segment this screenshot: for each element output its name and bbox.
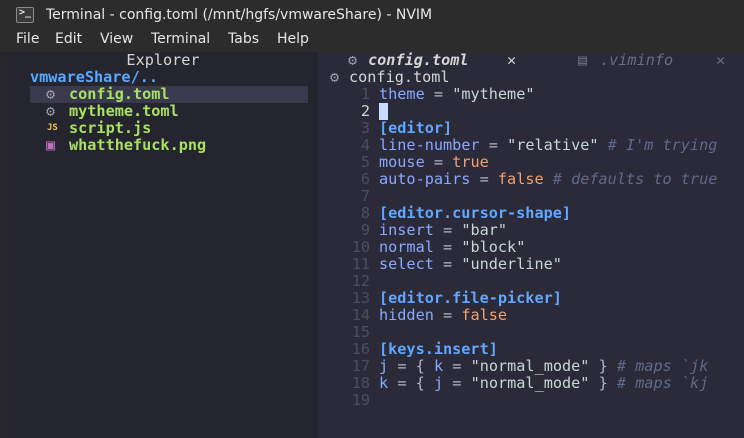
tab-viminfo[interactable]: .viminfo <box>600 52 673 69</box>
tab-close-icon[interactable]: ✕ <box>507 52 516 69</box>
menu-bar: File Edit View Terminal Tabs Help <box>0 30 744 52</box>
code-line[interactable]: mouse = true <box>379 154 489 171</box>
code-line[interactable]: normal = "block" <box>379 239 525 256</box>
explorer-file-config[interactable]: config.toml <box>69 86 170 103</box>
line-number: 6 <box>360 170 370 188</box>
line-number: 4 <box>360 136 370 154</box>
line-number: 8 <box>360 204 370 222</box>
line-number: 17 <box>351 357 370 375</box>
line-number: 2 <box>360 102 370 120</box>
code-line[interactable]: [keys.insert] <box>379 341 498 358</box>
explorer-file-whatthefuck[interactable]: whatthefuck.png <box>69 137 206 154</box>
gear-icon: ⚙ <box>46 102 56 120</box>
explorer-file-script[interactable]: script.js <box>69 120 151 137</box>
terminal-border <box>0 52 8 438</box>
menu-edit[interactable]: Edit <box>55 31 82 47</box>
code-line[interactable]: [editor.file-picker] <box>379 290 562 307</box>
terminal-area[interactable]: Explorer vmwareShare/.. ⚙ config.toml ⚙ … <box>0 52 744 438</box>
code-line[interactable]: line-number = "relative" # I'm trying <box>379 137 717 154</box>
explorer-header: Explorer <box>126 52 200 69</box>
explorer-root-folder[interactable]: vmwareShare/.. <box>30 69 158 86</box>
title-bar: >_ Terminal - config.toml (/mnt/hgfs/vmw… <box>0 0 744 30</box>
line-number: 14 <box>351 306 370 324</box>
line-number: 11 <box>351 255 370 273</box>
image-file-icon: ▣ <box>46 136 56 154</box>
tab-config-toml[interactable]: config.toml <box>368 52 469 69</box>
menu-file[interactable]: File <box>16 31 39 47</box>
js-file-icon: JS <box>47 123 58 133</box>
explorer-file-mytheme[interactable]: mytheme.toml <box>69 103 179 120</box>
line-number: 1 <box>360 85 370 103</box>
line-number: 7 <box>360 187 370 205</box>
menu-tabs[interactable]: Tabs <box>228 31 259 47</box>
line-number: 5 <box>360 153 370 171</box>
code-line[interactable]: [editor] <box>379 120 452 137</box>
text-cursor <box>379 103 388 120</box>
document-icon: ▤ <box>578 52 588 69</box>
code-line[interactable]: auto-pairs = false # defaults to true <box>379 171 717 188</box>
code-line[interactable]: [editor.cursor-shape] <box>379 205 571 222</box>
gear-icon: ⚙ <box>330 68 340 86</box>
code-line[interactable]: theme = "mytheme" <box>379 86 534 103</box>
code-line[interactable]: select = "underline" <box>379 256 562 273</box>
line-number: 13 <box>351 289 370 307</box>
code-line[interactable]: insert = "bar" <box>379 222 507 239</box>
tab-close-icon[interactable]: ✕ <box>716 52 725 69</box>
line-number: 12 <box>351 272 370 290</box>
line-number: 18 <box>351 374 370 392</box>
code-line[interactable]: j = { k = "normal_mode" } # maps `jk <box>379 358 708 375</box>
editor-pane[interactable]: ⚙ config.toml ✕ ▤ .viminfo ✕ ⚙ config.to… <box>318 52 744 438</box>
menu-view[interactable]: View <box>100 31 133 47</box>
line-number: 10 <box>351 238 370 256</box>
gear-icon: ⚙ <box>46 85 56 103</box>
menu-help[interactable]: Help <box>277 31 309 47</box>
line-number: 15 <box>351 323 370 341</box>
file-explorer: Explorer vmwareShare/.. ⚙ config.toml ⚙ … <box>8 52 320 438</box>
line-number: 16 <box>351 340 370 358</box>
menu-terminal[interactable]: Terminal <box>151 31 210 47</box>
line-number: 9 <box>360 221 370 239</box>
code-line[interactable]: hidden = false <box>379 307 507 324</box>
gear-icon: ⚙ <box>348 52 358 69</box>
terminal-icon: >_ <box>16 7 34 23</box>
code-line[interactable]: k = { j = "normal_mode" } # maps `kj <box>379 375 708 392</box>
line-number: 3 <box>360 119 370 137</box>
window-title: Terminal - config.toml (/mnt/hgfs/vmware… <box>46 7 433 23</box>
breadcrumb-filename: config.toml <box>349 68 450 86</box>
line-number: 19 <box>351 391 370 409</box>
